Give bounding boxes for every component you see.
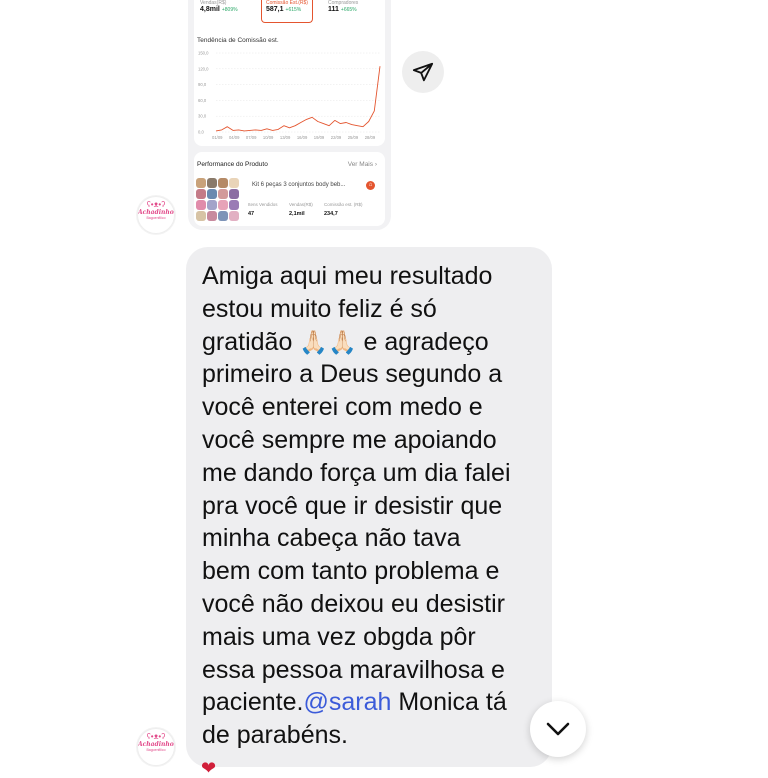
stat-commission: Comissão est. (R$) 234,7 <box>324 202 363 217</box>
x-tick-label: 25/09 <box>348 135 359 140</box>
bear-icon: ʕ•ᴥ•ʔ <box>146 200 166 209</box>
metric-sales: Vendas(R$) 4,8mil +809% <box>200 0 238 22</box>
bear-icon: ʕ•ᴥ•ʔ <box>146 732 166 741</box>
metric-commission: Comissão Est.(R$) 587,1 +615% <box>261 0 313 23</box>
y-tick-label: 30,0 <box>198 114 207 119</box>
avatar-tagline: Bagoenfilico <box>146 216 166 220</box>
chevron-down-icon <box>546 722 570 736</box>
y-tick-label: 0,0 <box>198 130 204 135</box>
y-tick-label: 150,0 <box>198 51 209 56</box>
product-performance-panel: Performance do Produto Ver Mais › Kit 6 … <box>194 152 385 226</box>
avatar-brand: Achadinhos <box>138 209 175 216</box>
scroll-to-bottom-button[interactable] <box>530 701 586 757</box>
message-text: Amiga aqui meu resultado estou muito fel… <box>202 262 511 750</box>
product-badge-icon: ⌂ <box>366 181 375 190</box>
y-tick-label: 90,0 <box>198 82 207 87</box>
metric-value: 587,1 +615% <box>266 6 302 13</box>
x-tick-label: 16/09 <box>297 135 308 140</box>
share-button[interactable] <box>402 51 444 93</box>
performance-title: Performance do Produto <box>197 161 268 168</box>
product-thumbnail <box>196 178 240 222</box>
x-tick-label: 07/09 <box>246 135 257 140</box>
x-tick-label: 01/09 <box>212 135 223 140</box>
see-more-link[interactable]: Ver Mais › <box>348 161 377 168</box>
heart-reaction[interactable]: ❤ <box>201 759 216 777</box>
y-tick-label: 120,0 <box>198 66 209 71</box>
x-tick-label: 28/09 <box>365 135 376 140</box>
paper-plane-icon <box>412 62 434 82</box>
metric-value: 111 +665% <box>328 6 357 13</box>
stat-sales: Vendas(R$) 2,1mil <box>289 202 313 217</box>
sender-avatar[interactable]: ʕ•ᴥ•ʔ Achadinhos Bagoenfilico <box>137 196 175 234</box>
sender-avatar[interactable]: ʕ•ᴥ•ʔ Achadinhos Bagoenfilico <box>137 728 175 766</box>
trend-title: Tendência de Comissão est. <box>197 37 279 44</box>
x-tick-label: 13/09 <box>280 135 291 140</box>
series-line <box>215 66 381 132</box>
praying-hands-emoji: 🙏🏻🙏🏻 <box>299 328 357 355</box>
avatar-tagline: Bagoenfilico <box>146 748 166 752</box>
avatar-brand: Achadinhos <box>138 741 175 748</box>
shared-post-card[interactable]: Vendas(R$) 4,8mil +809% Comissão Est.(R$)… <box>188 0 391 230</box>
commission-trend-chart: 150,0 120,0 90,0 60,0 30,0 0,0 01/09 04/09 07/09… <box>198 51 381 140</box>
metrics-panel: Vendas(R$) 4,8mil +809% Comissão Est.(R$)… <box>194 0 385 146</box>
x-tick-label: 19/09 <box>314 135 325 140</box>
user-mention[interactable]: @sarah <box>303 688 391 716</box>
stat-items-sold: Itens Vendidos 47 <box>248 202 278 217</box>
x-tick-label: 04/09 <box>229 135 240 140</box>
y-tick-label: 60,0 <box>198 98 207 103</box>
x-tick-label: 22/09 <box>331 135 342 140</box>
x-tick-label: 10/09 <box>263 135 274 140</box>
product-name: Kit 6 peças 3 conjuntos body beb... <box>252 182 346 188</box>
metric-value: 4,8mil +809% <box>200 6 238 13</box>
metric-buyers: Compradores 111 +665% <box>328 0 358 22</box>
